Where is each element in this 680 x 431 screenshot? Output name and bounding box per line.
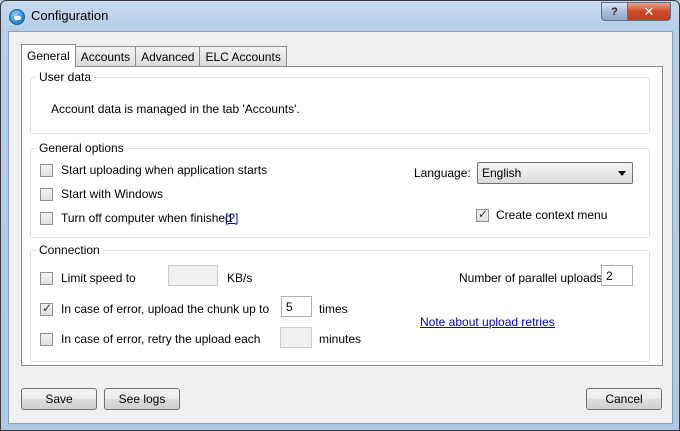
title-bar[interactable]: Configuration ? ✕	[1, 1, 679, 31]
see-logs-button[interactable]: See logs	[104, 388, 180, 410]
speed-limit-input[interactable]	[168, 265, 218, 286]
start-with-windows-checkbox[interactable]	[40, 188, 53, 201]
limit-speed-label[interactable]: Limit speed to	[61, 271, 136, 285]
close-button[interactable]: ✕	[627, 2, 671, 21]
user-data-message: Account data is managed in the tab 'Acco…	[51, 102, 300, 116]
retry-interval-input[interactable]	[280, 327, 312, 348]
parallel-uploads-input[interactable]: 2	[601, 265, 633, 286]
retry-interval-unit-label: minutes	[319, 332, 362, 346]
connection-title: Connection	[36, 243, 103, 257]
general-options-group: General options Start uploading when app…	[30, 141, 650, 238]
user-data-group: User data Account data is managed in the…	[30, 70, 650, 134]
chunk-retry-unit-label: times	[319, 302, 348, 316]
cancel-button[interactable]: Cancel	[586, 388, 662, 410]
window-title: Configuration	[31, 8, 109, 23]
turn-off-computer-label[interactable]: Turn off computer when finished	[61, 211, 232, 225]
turn-off-computer-checkbox[interactable]	[40, 212, 53, 225]
retry-upload-interval-label[interactable]: In case of error, retry the upload each	[61, 332, 260, 346]
tab-accounts[interactable]: Accounts	[74, 46, 137, 66]
tab-strip: General Accounts Advanced ELC Accounts	[21, 44, 287, 67]
start-uploading-checkbox[interactable]	[40, 164, 53, 177]
caption-buttons: ? ✕	[601, 2, 671, 22]
chunk-retry-count-input[interactable]: 5	[281, 296, 312, 317]
save-button[interactable]: Save	[21, 388, 97, 410]
dialog-client-area: General Accounts Advanced ELC Accounts U…	[8, 31, 673, 424]
limit-speed-checkbox[interactable]	[40, 272, 53, 285]
parallel-uploads-label: Number of parallel uploads:	[459, 271, 606, 285]
chevron-down-icon	[618, 171, 626, 176]
upload-chunk-retry-label[interactable]: In case of error, upload the chunk up to	[61, 302, 269, 316]
start-uploading-label[interactable]: Start uploading when application starts	[61, 163, 267, 177]
language-select[interactable]: English	[477, 162, 633, 184]
language-label: Language:	[414, 166, 471, 180]
tab-elc-accounts[interactable]: ELC Accounts	[199, 46, 287, 66]
help-button[interactable]: ?	[601, 2, 627, 21]
upload-retries-note-link[interactable]: Note about upload retries	[420, 315, 555, 329]
general-options-title: General options	[36, 141, 127, 155]
retry-upload-interval-checkbox[interactable]	[40, 333, 53, 346]
general-tab-panel: User data Account data is managed in the…	[21, 66, 663, 366]
configuration-window: Configuration ? ✕ General Accounts Advan…	[0, 0, 680, 431]
upload-chunk-retry-checkbox[interactable]	[40, 301, 53, 316]
connection-group: Connection Limit speed to KB/s Number of…	[30, 243, 650, 362]
turn-off-help-link[interactable]: [?]	[225, 211, 238, 225]
speed-unit-label: KB/s	[227, 271, 253, 285]
tab-general[interactable]: General	[21, 44, 76, 67]
cloud-app-icon	[9, 9, 25, 25]
start-with-windows-label[interactable]: Start with Windows	[61, 187, 163, 201]
user-data-title: User data	[36, 70, 95, 84]
create-context-menu-checkbox[interactable]	[476, 207, 489, 222]
create-context-menu-label[interactable]: Create context menu	[496, 208, 607, 222]
language-value: English	[482, 166, 522, 180]
tab-advanced[interactable]: Advanced	[135, 46, 201, 66]
